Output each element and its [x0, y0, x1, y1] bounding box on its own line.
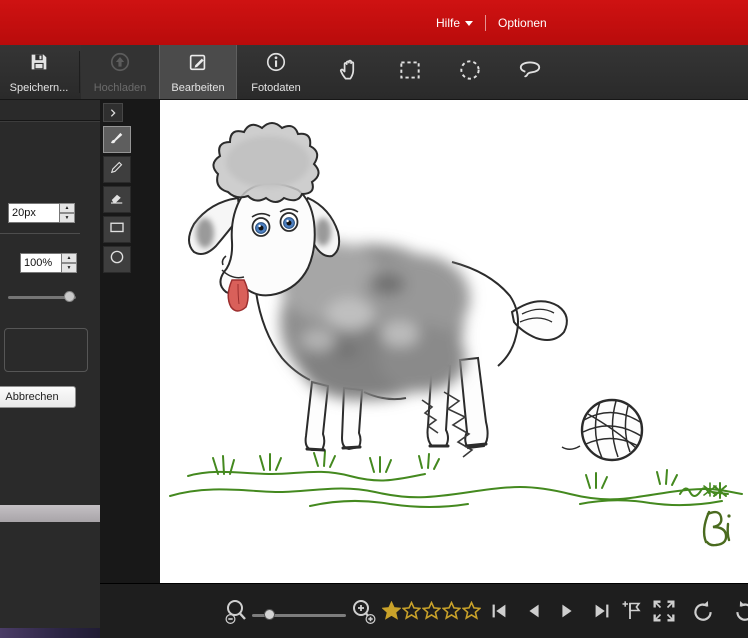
undo-rotate-button[interactable]: [690, 598, 716, 629]
titlebar-menu: Hilfe Optionen: [436, 0, 547, 45]
upload-button-label: Hochladen: [94, 82, 147, 94]
undo-icon: [690, 611, 716, 628]
stepper-down-icon[interactable]: ▼: [60, 213, 75, 223]
previous-icon: [523, 609, 545, 626]
panel-divider: [0, 120, 100, 122]
cancel-button[interactable]: Abbrechen: [0, 386, 76, 408]
save-icon: [28, 51, 50, 78]
photodata-button[interactable]: Fotodaten: [237, 45, 315, 99]
zoom-slider-handle[interactable]: [264, 609, 275, 620]
edit-button[interactable]: Bearbeiten: [159, 45, 237, 99]
rect-select-icon: [397, 57, 423, 88]
status-bar: [100, 583, 748, 638]
star-icon[interactable]: [422, 601, 441, 620]
options-menu-label: Optionen: [498, 16, 547, 30]
stepper-down-icon[interactable]: ▼: [62, 263, 77, 273]
brush-tool-button[interactable]: [103, 126, 131, 153]
help-menu-label: Hilfe: [436, 16, 460, 30]
titlebar: Hilfe Optionen: [0, 0, 748, 45]
first-image-button[interactable]: [488, 600, 510, 627]
flag-add-icon: [620, 609, 644, 626]
stepper-up-icon[interactable]: ▲: [62, 253, 77, 263]
chevron-down-icon: [465, 21, 473, 26]
image-canvas[interactable]: [160, 100, 748, 583]
brush-size-control: ▲ ▼: [8, 203, 75, 223]
zoom-in-button[interactable]: [350, 598, 376, 629]
zoom-out-button[interactable]: [224, 598, 250, 629]
fullscreen-icon: [650, 612, 678, 629]
opacity-input[interactable]: [20, 253, 62, 273]
ellipse-select-icon: [457, 57, 483, 88]
pencil-tool-button[interactable]: [103, 156, 131, 183]
stepper-up-icon[interactable]: ▲: [60, 203, 75, 213]
pencil-icon: [108, 158, 126, 181]
brush-size-stepper: ▲ ▼: [60, 203, 75, 223]
panel-divider: [0, 233, 80, 234]
options-groupbox: [4, 328, 88, 372]
last-image-button[interactable]: [591, 600, 613, 627]
rect-select-button[interactable]: [389, 45, 431, 99]
slider-handle[interactable]: [64, 291, 75, 302]
star-icon[interactable]: [442, 601, 461, 620]
canvas-area: [100, 100, 748, 583]
zoom-in-icon: [350, 611, 376, 628]
desktop-background-strip: [0, 628, 100, 638]
collapsed-section-bar[interactable]: [0, 505, 100, 522]
star-icon[interactable]: [462, 601, 481, 620]
previous-image-button[interactable]: [523, 600, 545, 627]
hand-tool-button[interactable]: [329, 45, 371, 99]
toolbar-separator: [79, 51, 80, 93]
eraser-icon: [108, 188, 126, 211]
upload-button[interactable]: Hochladen: [81, 45, 159, 99]
info-icon: [265, 51, 287, 78]
photodata-button-label: Fotodaten: [251, 82, 301, 94]
edit-button-label: Bearbeiten: [171, 82, 224, 94]
panel-slider[interactable]: [8, 290, 76, 304]
opacity-stepper: ▲ ▼: [62, 253, 77, 273]
fullscreen-button[interactable]: [650, 597, 678, 630]
help-menu[interactable]: Hilfe: [436, 16, 473, 30]
edit-icon: [187, 51, 209, 78]
main-toolbar: Speichern... Hochladen Bearbeiten Fotoda…: [0, 45, 748, 100]
add-flag-button[interactable]: [620, 598, 644, 627]
last-icon: [591, 609, 613, 626]
next-image-button[interactable]: [556, 600, 578, 627]
rectangle-icon: [108, 218, 126, 241]
redo-icon: [732, 611, 748, 628]
save-button[interactable]: Speichern...: [0, 45, 78, 99]
menu-separator: [485, 15, 486, 31]
eraser-tool-button[interactable]: [103, 186, 131, 213]
grass: [170, 451, 742, 507]
edit-sidebar: ▲ ▼ ▲ ▼ Abbrechen: [0, 100, 100, 628]
brush-icon: [108, 128, 126, 151]
yarn-ball: [562, 400, 642, 460]
star-rating[interactable]: [382, 601, 481, 620]
upload-icon: [109, 51, 131, 78]
save-button-label: Speichern...: [10, 82, 69, 94]
lasso-icon: [517, 57, 543, 88]
options-menu[interactable]: Optionen: [498, 16, 547, 30]
first-icon: [488, 609, 510, 626]
lasso-select-button[interactable]: [509, 45, 551, 99]
expand-panel-button[interactable]: [103, 103, 123, 122]
drawing-toolstrip: [103, 103, 135, 276]
redo-rotate-button[interactable]: [732, 598, 748, 629]
next-icon: [556, 609, 578, 626]
sheep-drawing: [160, 100, 748, 583]
zoom-slider[interactable]: [252, 609, 346, 623]
hand-icon: [337, 57, 363, 88]
ellipse-select-button[interactable]: [449, 45, 491, 99]
star-icon[interactable]: [382, 601, 401, 620]
ellipse-tool-button[interactable]: [103, 246, 131, 273]
opacity-control: ▲ ▼: [20, 253, 77, 273]
ellipse-icon: [108, 248, 126, 271]
rectangle-tool-button[interactable]: [103, 216, 131, 243]
brush-size-input[interactable]: [8, 203, 60, 223]
zoom-out-icon: [224, 611, 250, 628]
star-icon[interactable]: [402, 601, 421, 620]
